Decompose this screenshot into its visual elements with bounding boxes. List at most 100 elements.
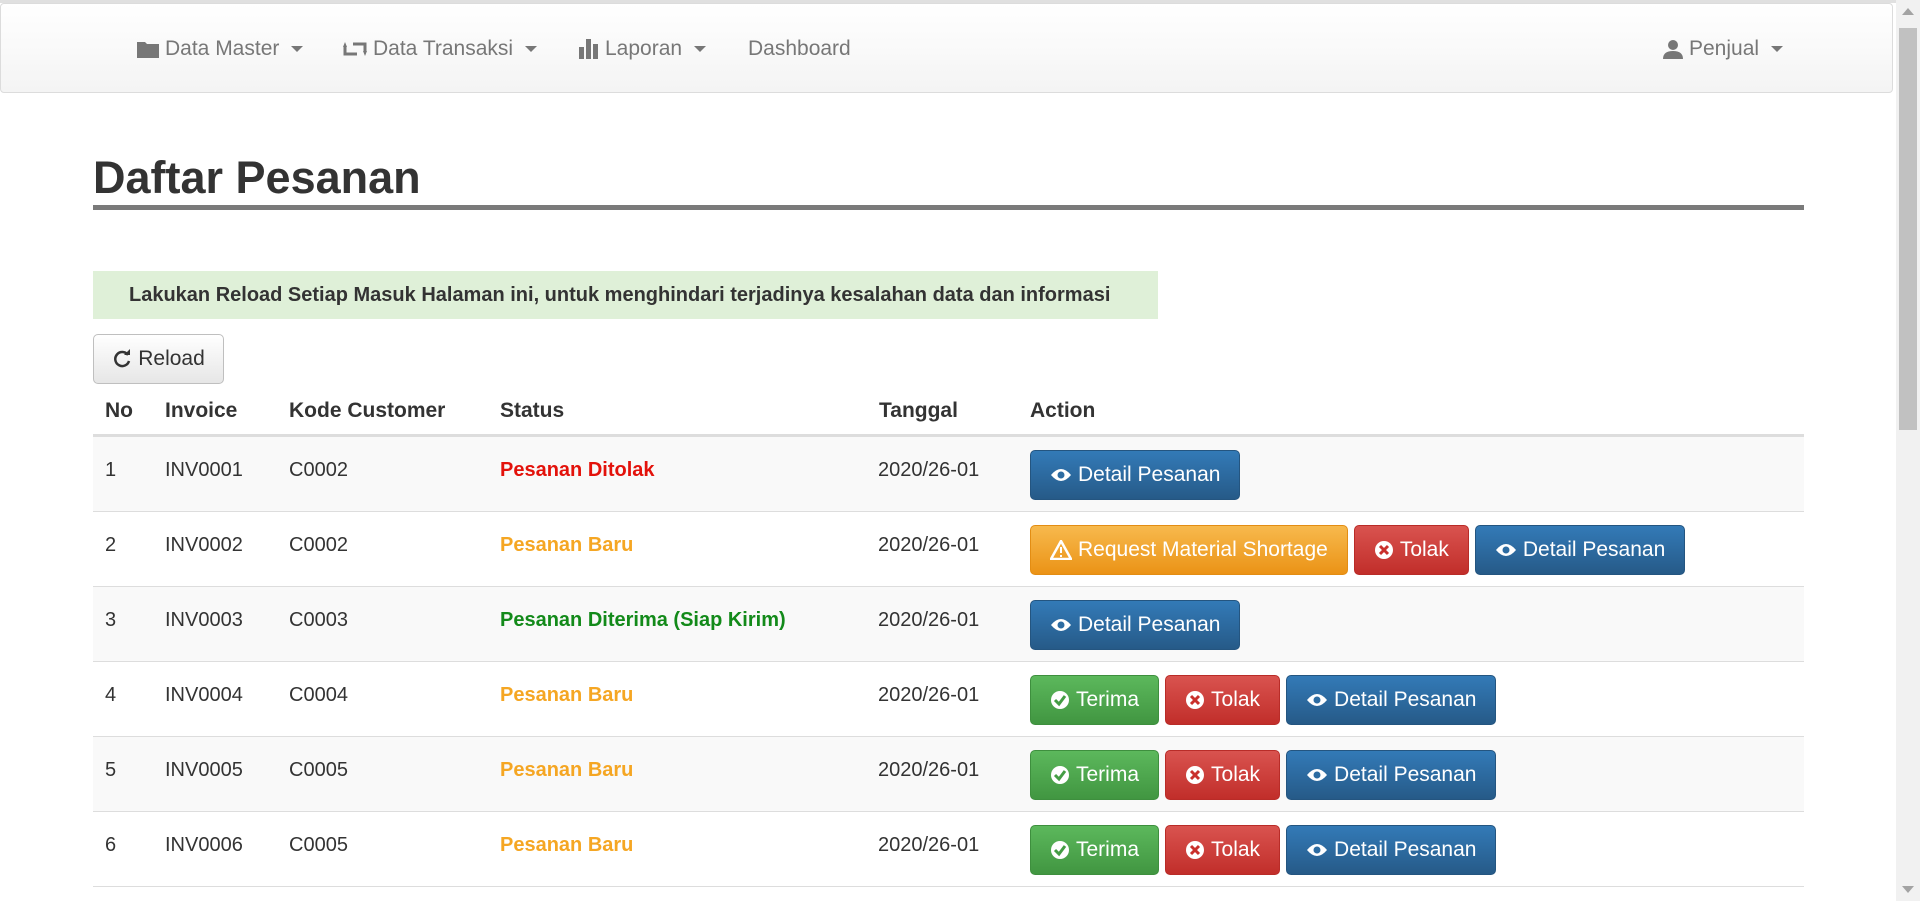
terima-label: Terima xyxy=(1076,763,1140,786)
detail-pesanan-button[interactable]: Detail Pesanan xyxy=(1474,525,1686,575)
detail-pesanan-label: Detail Pesanan xyxy=(1522,538,1666,561)
detail-pesanan-button[interactable]: Detail Pesanan xyxy=(1030,600,1241,650)
row-actions: Request Material Shortage Tolak Detail P… xyxy=(1030,525,1686,575)
cell-no: 4 xyxy=(105,684,117,706)
cell-invoice: INV0003 xyxy=(165,609,243,631)
nav-laporan[interactable]: Laporan xyxy=(579,4,707,94)
nav-data-transaksi[interactable]: Data Transaksi xyxy=(343,4,538,94)
remove-circle-icon xyxy=(1374,541,1393,559)
tolak-label: Tolak xyxy=(1211,763,1261,786)
table-row: 4 INV0004 C0004 Pesanan Baru 2020/26-01 … xyxy=(93,662,1804,737)
terima-button[interactable]: Terima xyxy=(1030,825,1160,875)
nav-user-menu[interactable]: Penjual xyxy=(1663,4,1784,94)
cell-no: 2 xyxy=(105,534,117,556)
tolak-label: Tolak xyxy=(1211,688,1261,711)
terima-button[interactable]: Terima xyxy=(1030,750,1160,800)
cell-tanggal: 2020/26-01 xyxy=(878,609,980,631)
detail-pesanan-label: Detail Pesanan xyxy=(1078,463,1221,486)
cell-status: Pesanan Baru xyxy=(500,684,634,706)
chevron-down-icon xyxy=(1771,46,1784,52)
eye-icon xyxy=(1051,469,1071,481)
detail-pesanan-label: Detail Pesanan xyxy=(1078,613,1221,636)
table-row: 1 INV0001 C0002 Pesanan Ditolak 2020/26-… xyxy=(93,437,1804,512)
reload-button[interactable]: Reload xyxy=(93,334,224,384)
detail-pesanan-button[interactable]: Detail Pesanan xyxy=(1030,450,1241,500)
terima-label: Terima xyxy=(1076,838,1140,861)
ok-circle-icon xyxy=(1051,691,1069,709)
row-actions: Terima Tolak Detail Pesanan xyxy=(1030,825,1497,875)
header-no: No xyxy=(105,399,133,422)
cell-invoice: INV0002 xyxy=(165,534,243,556)
cell-customer: C0002 xyxy=(289,459,348,481)
terima-button[interactable]: Terima xyxy=(1030,675,1160,725)
cell-invoice: INV0005 xyxy=(165,759,243,781)
nav-dashboard-label: Dashboard xyxy=(748,37,851,60)
cell-invoice: INV0001 xyxy=(165,459,243,481)
top-navbar: Data Master Data Transaksi Laporan Dashb… xyxy=(0,3,1893,93)
scroll-up-arrow-icon[interactable] xyxy=(1902,8,1914,15)
cell-status: Pesanan Baru xyxy=(500,759,634,781)
table-row: 3 INV0003 C0003 Pesanan Diterima (Siap K… xyxy=(93,587,1804,662)
stats-icon xyxy=(579,39,598,59)
header-action: Action xyxy=(1030,399,1096,422)
detail-pesanan-label: Detail Pesanan xyxy=(1334,763,1477,786)
ok-circle-icon xyxy=(1051,766,1069,784)
detail-pesanan-button[interactable]: Detail Pesanan xyxy=(1286,825,1497,875)
cell-no: 3 xyxy=(105,609,117,631)
cell-no: 6 xyxy=(105,834,117,856)
cell-customer: C0004 xyxy=(289,684,348,706)
cell-tanggal: 2020/26-01 xyxy=(878,534,980,556)
nav-dashboard[interactable]: Dashboard xyxy=(748,4,851,94)
cell-tanggal: 2020/26-01 xyxy=(878,684,980,706)
header-invoice: Invoice xyxy=(165,399,238,422)
vertical-scrollbar[interactable] xyxy=(1896,0,1920,901)
cell-no: 5 xyxy=(105,759,117,781)
eye-icon xyxy=(1307,694,1328,706)
chevron-down-icon xyxy=(291,46,304,52)
cell-invoice: INV0006 xyxy=(165,834,243,856)
detail-pesanan-label: Detail Pesanan xyxy=(1334,688,1477,711)
header-status: Status xyxy=(500,399,565,422)
refresh-icon xyxy=(114,349,131,368)
retweet-icon xyxy=(343,42,367,56)
cell-customer: C0002 xyxy=(289,534,348,556)
detail-pesanan-button[interactable]: Detail Pesanan xyxy=(1286,750,1497,800)
cell-tanggal: 2020/26-01 xyxy=(878,459,980,481)
tolak-label: Tolak xyxy=(1211,838,1261,861)
tolak-button[interactable]: Tolak xyxy=(1165,675,1281,725)
cell-status: Pesanan Diterima (Siap Kirim) xyxy=(500,609,786,631)
scroll-down-arrow-icon[interactable] xyxy=(1902,886,1914,893)
nav-laporan-label: Laporan xyxy=(605,37,683,60)
orders-table: No Invoice Kode Customer Status Tanggal … xyxy=(93,385,1804,887)
eye-icon xyxy=(1051,619,1071,631)
cell-status: Pesanan Ditolak xyxy=(500,459,655,481)
request-material-shortage-button[interactable]: Request Material Shortage xyxy=(1030,525,1348,575)
table-row: 2 INV0002 C0002 Pesanan Baru 2020/26-01 … xyxy=(93,512,1804,587)
eye-icon xyxy=(1307,769,1328,781)
request-material-shortage-label: Request Material Shortage xyxy=(1078,538,1328,561)
user-icon xyxy=(1663,40,1683,59)
scrollbar-thumb[interactable] xyxy=(1899,28,1917,430)
page-title: Daftar Pesanan xyxy=(93,152,421,203)
reload-button-label: Reload xyxy=(138,347,205,370)
header-kode-customer: Kode Customer xyxy=(289,399,446,422)
table-row: 6 INV0006 C0005 Pesanan Baru 2020/26-01 … xyxy=(93,812,1804,887)
row-actions: Terima Tolak Detail Pesanan xyxy=(1030,750,1497,800)
detail-pesanan-label: Detail Pesanan xyxy=(1334,838,1477,861)
remove-circle-icon xyxy=(1186,691,1205,709)
cell-tanggal: 2020/26-01 xyxy=(878,759,980,781)
reload-alert-text: Lakukan Reload Setiap Masuk Halaman ini,… xyxy=(129,283,1111,306)
tolak-button[interactable]: Tolak xyxy=(1165,825,1281,875)
remove-circle-icon xyxy=(1186,766,1205,784)
reload-alert: Lakukan Reload Setiap Masuk Halaman ini,… xyxy=(93,271,1158,319)
detail-pesanan-button[interactable]: Detail Pesanan xyxy=(1286,675,1497,725)
cell-customer: C0005 xyxy=(289,759,348,781)
nav-data-master[interactable]: Data Master xyxy=(137,4,304,94)
cell-no: 1 xyxy=(105,459,117,481)
tolak-button[interactable]: Tolak xyxy=(1353,525,1469,575)
row-actions: Terima Tolak Detail Pesanan xyxy=(1030,675,1497,725)
tolak-button[interactable]: Tolak xyxy=(1165,750,1281,800)
cell-status: Pesanan Baru xyxy=(500,834,634,856)
cell-customer: C0005 xyxy=(289,834,348,856)
nav-data-transaksi-label: Data Transaksi xyxy=(373,37,514,60)
